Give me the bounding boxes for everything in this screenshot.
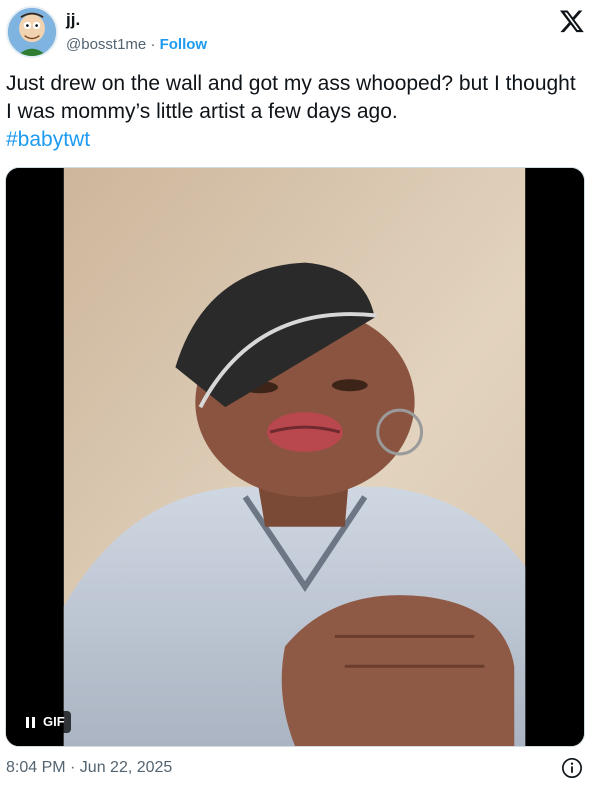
tweet-text: Just drew on the wall and got my ass who… — [6, 70, 586, 154]
gif-frame-image — [6, 168, 584, 746]
timestamp[interactable]: 8:04 PM · Jun 22, 2025 — [6, 758, 172, 778]
x-logo-icon[interactable] — [559, 8, 585, 34]
follow-button[interactable]: Follow — [160, 36, 208, 53]
author-subline: @bosst1me · Follow — [66, 35, 207, 55]
gif-badge[interactable]: GIF — [20, 711, 71, 733]
cartoon-avatar-icon — [8, 8, 56, 56]
tweet-card: jj. @bosst1me · Follow Just drew on the … — [0, 0, 597, 797]
avatar[interactable] — [6, 6, 58, 58]
tweet-body: Just drew on the wall and got my ass who… — [6, 72, 576, 123]
info-icon[interactable] — [561, 757, 583, 779]
display-name[interactable]: jj. — [66, 10, 80, 30]
hashtag-link[interactable]: #babytwt — [6, 128, 90, 151]
gif-media[interactable]: GIF — [5, 167, 585, 747]
handle[interactable]: @bosst1me — [66, 36, 146, 53]
gif-label: GIF — [43, 714, 65, 729]
pause-icon[interactable] — [26, 716, 35, 728]
separator: · — [150, 36, 156, 53]
